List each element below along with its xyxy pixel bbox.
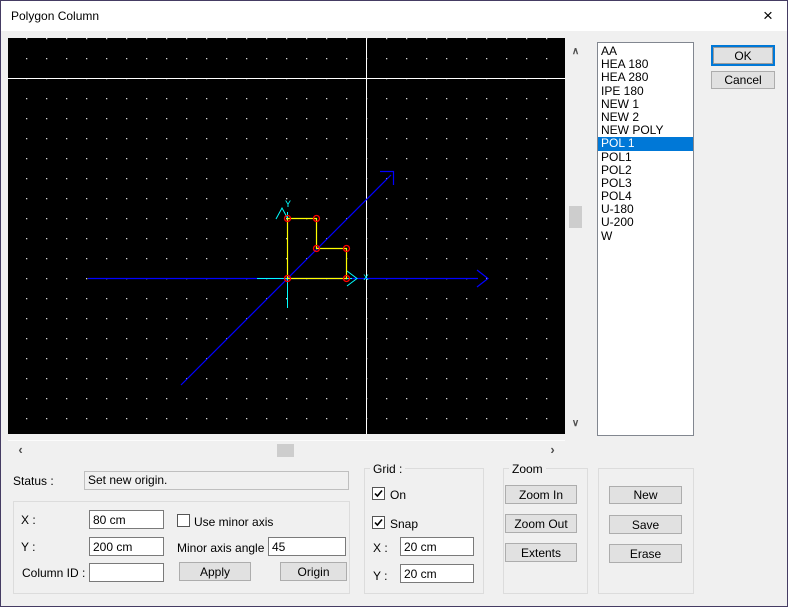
grid-y-label: Y : bbox=[373, 569, 387, 583]
list-item[interactable]: NEW 2 bbox=[598, 111, 693, 124]
y-coordinate-input[interactable] bbox=[89, 537, 164, 556]
list-item[interactable]: AA bbox=[598, 45, 693, 58]
scroll-right-icon[interactable]: › bbox=[544, 442, 561, 457]
grid-group-title: Grid : bbox=[370, 462, 405, 476]
list-item[interactable]: POL3 bbox=[598, 177, 693, 190]
list-item[interactable]: IPE 180 bbox=[598, 85, 693, 98]
origin-button[interactable]: Origin bbox=[280, 562, 347, 581]
vertical-scrollbar[interactable]: ∧ ∨ bbox=[567, 38, 584, 435]
zoom-in-button[interactable]: Zoom In bbox=[505, 485, 577, 504]
status-value: Set new origin. bbox=[84, 471, 349, 490]
minor-axis-angle-input[interactable] bbox=[268, 537, 346, 556]
list-item[interactable]: HEA 180 bbox=[598, 58, 693, 71]
cancel-button[interactable]: Cancel bbox=[711, 71, 775, 89]
column-id-input[interactable] bbox=[89, 563, 164, 582]
ok-button[interactable]: OK bbox=[711, 45, 775, 66]
y-axis-label: Y bbox=[285, 200, 291, 211]
list-item[interactable]: HEA 280 bbox=[598, 71, 693, 84]
use-minor-axis-label: Use minor axis bbox=[194, 515, 273, 529]
grid-on-checkbox[interactable] bbox=[372, 487, 385, 500]
erase-button[interactable]: Erase bbox=[609, 544, 682, 563]
column-id-label: Column ID : bbox=[22, 566, 85, 580]
grid-x-label: X : bbox=[373, 541, 388, 555]
new-button[interactable]: New bbox=[609, 486, 682, 504]
window-title: Polygon Column bbox=[11, 9, 99, 23]
list-item[interactable]: POL4 bbox=[598, 190, 693, 203]
grid-snap-label: Snap bbox=[390, 517, 418, 531]
list-item[interactable]: POL1 bbox=[598, 151, 693, 164]
polygon-column-dialog: Polygon Column × bbox=[0, 0, 788, 607]
scroll-down-icon[interactable]: ∨ bbox=[567, 416, 584, 431]
list-item[interactable]: U-180 bbox=[598, 203, 693, 216]
section-listbox[interactable]: AAHEA 180HEA 280IPE 180NEW 1NEW 2NEW POL… bbox=[597, 42, 694, 436]
list-item[interactable]: NEW POLY bbox=[598, 124, 693, 137]
zoom-group-title: Zoom bbox=[509, 462, 546, 476]
save-button[interactable]: Save bbox=[609, 515, 682, 534]
vertical-scrollbar-thumb[interactable] bbox=[569, 206, 582, 228]
zoom-extents-button[interactable]: Extents bbox=[505, 543, 577, 562]
drawing-canvas[interactable]: Y x bbox=[8, 38, 565, 434]
scroll-left-icon[interactable]: ‹ bbox=[12, 442, 29, 457]
close-icon[interactable]: × bbox=[751, 3, 785, 29]
grid-snap-checkbox[interactable] bbox=[372, 516, 385, 529]
titlebar: Polygon Column × bbox=[1, 1, 787, 31]
x-axis-label: x bbox=[363, 273, 369, 284]
zoom-out-button[interactable]: Zoom Out bbox=[505, 514, 577, 533]
use-minor-axis-checkbox[interactable] bbox=[177, 514, 190, 527]
list-item[interactable]: NEW 1 bbox=[598, 98, 693, 111]
horizontal-scrollbar-thumb[interactable] bbox=[277, 444, 294, 457]
minor-axis-angle-label: Minor axis angle : bbox=[177, 541, 271, 555]
horizontal-scrollbar[interactable]: ‹ › bbox=[8, 440, 565, 458]
apply-button[interactable]: Apply bbox=[179, 562, 251, 581]
grid-dots bbox=[8, 38, 565, 434]
x-label: X : bbox=[21, 513, 36, 527]
y-label: Y : bbox=[21, 540, 35, 554]
list-item[interactable]: POL2 bbox=[598, 164, 693, 177]
list-item[interactable]: W bbox=[598, 230, 693, 243]
grid-x-input[interactable] bbox=[400, 537, 474, 556]
status-label: Status : bbox=[13, 474, 54, 488]
list-item[interactable]: POL 1 bbox=[598, 137, 693, 150]
grid-y-input[interactable] bbox=[400, 564, 474, 583]
list-item[interactable]: U-200 bbox=[598, 216, 693, 229]
scroll-up-icon[interactable]: ∧ bbox=[567, 44, 584, 59]
grid-on-label: On bbox=[390, 488, 406, 502]
x-coordinate-input[interactable] bbox=[89, 510, 164, 529]
